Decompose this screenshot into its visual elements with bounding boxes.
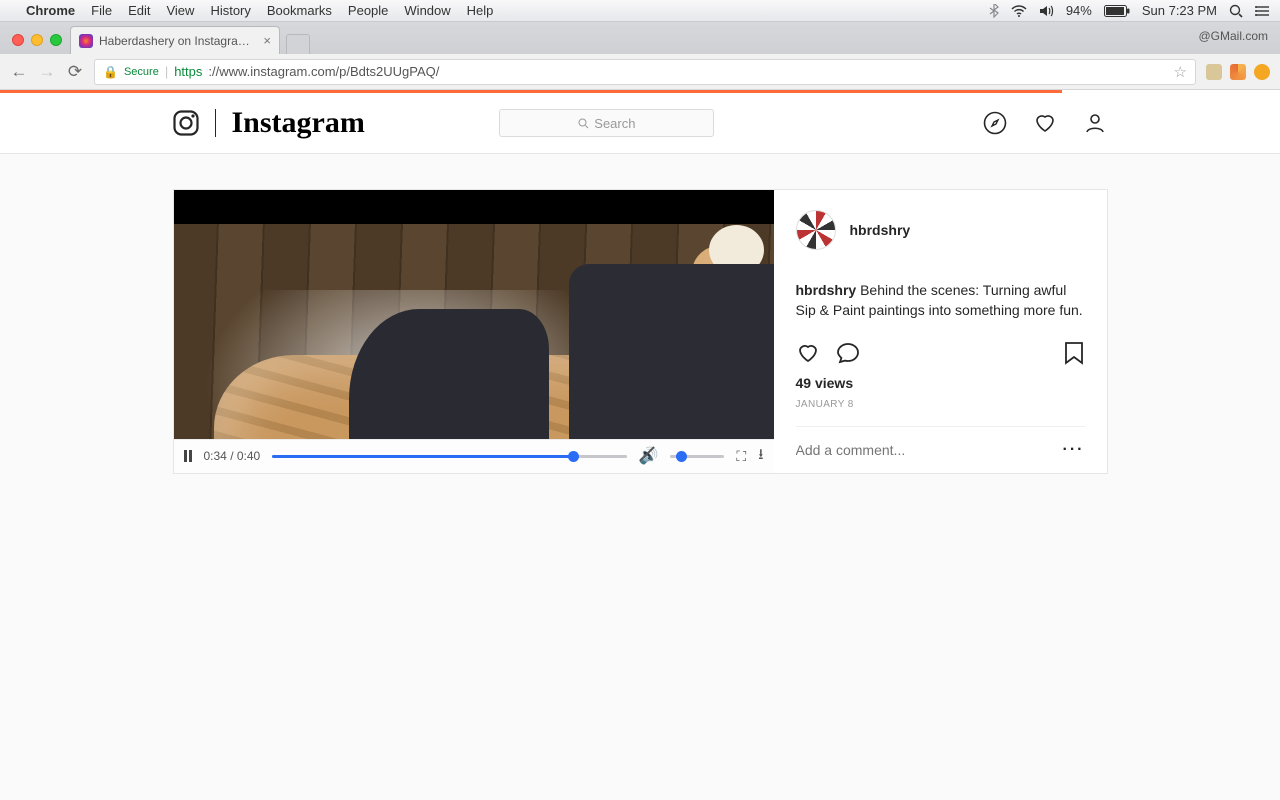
tab-favicon-icon xyxy=(79,34,93,48)
like-heart-icon[interactable] xyxy=(796,341,820,365)
post-card: 0:34 / 0:40 🔊 ⛶ ⭳ hbrdshry hbrdshry Behi… xyxy=(173,189,1108,474)
window-controls xyxy=(12,34,62,46)
video-controls: 0:34 / 0:40 🔊 ⛶ ⭳ xyxy=(174,439,774,473)
extension-icon[interactable] xyxy=(1230,64,1246,80)
lock-icon: 🔒 xyxy=(103,65,118,79)
menu-view[interactable]: View xyxy=(166,3,194,18)
video-time: 0:34 / 0:40 xyxy=(204,449,261,463)
menu-help[interactable]: Help xyxy=(467,3,494,18)
search-icon xyxy=(578,118,589,129)
menu-history[interactable]: History xyxy=(210,3,250,18)
post-actions xyxy=(796,335,1085,371)
battery-percent: 94% xyxy=(1066,3,1092,18)
url-protocol: https xyxy=(174,64,202,79)
bluetooth-icon[interactable] xyxy=(989,4,999,18)
menu-people[interactable]: People xyxy=(348,3,388,18)
author-username[interactable]: hbrdshry xyxy=(850,222,911,238)
profile-label[interactable]: @GMail.com xyxy=(1198,29,1268,43)
extension-icon[interactable] xyxy=(1206,64,1222,80)
extension-icon[interactable] xyxy=(1254,64,1270,80)
menu-bookmarks[interactable]: Bookmarks xyxy=(267,3,332,18)
views-count[interactable]: 49 views xyxy=(796,371,1085,391)
volume-icon[interactable] xyxy=(1039,5,1054,17)
wifi-icon[interactable] xyxy=(1011,5,1027,17)
window-zoom-button[interactable] xyxy=(50,34,62,46)
video-frame[interactable] xyxy=(174,190,774,439)
page-body: 0:34 / 0:40 🔊 ⛶ ⭳ hbrdshry hbrdshry Behi… xyxy=(0,154,1280,800)
menubar-clock[interactable]: Sun 7:23 PM xyxy=(1142,3,1217,18)
instagram-logo[interactable]: Instagram xyxy=(173,106,365,140)
extensions-row xyxy=(1206,64,1270,80)
activity-heart-icon[interactable] xyxy=(1033,111,1057,135)
pause-button[interactable] xyxy=(184,450,192,462)
caption-username[interactable]: hbrdshry xyxy=(796,282,857,298)
explore-icon[interactable] xyxy=(983,111,1007,135)
bookmark-star-icon[interactable]: ☆ xyxy=(1174,63,1187,81)
download-icon[interactable]: ⭳ xyxy=(758,444,763,469)
author-avatar[interactable] xyxy=(796,210,836,250)
post-panel: hbrdshry hbrdshry Behind the scenes: Tur… xyxy=(774,190,1107,473)
menu-file[interactable]: File xyxy=(91,3,112,18)
post-media: 0:34 / 0:40 🔊 ⛶ ⭳ xyxy=(174,190,774,473)
browser-tabstrip: Haberdashery on Instagram: " × @GMail.co… xyxy=(0,22,1280,54)
menu-edit[interactable]: Edit xyxy=(128,3,150,18)
url-path: ://www.instagram.com/p/Bdts2UUgPAQ/ xyxy=(208,64,439,79)
profile-icon[interactable] xyxy=(1083,111,1107,135)
mute-icon[interactable]: 🔊 xyxy=(639,446,659,466)
battery-icon[interactable] xyxy=(1104,5,1130,17)
instagram-glyph-icon xyxy=(173,110,199,136)
back-button[interactable]: ← xyxy=(10,62,28,82)
comment-row: ··· xyxy=(796,426,1085,459)
menu-app-name[interactable]: Chrome xyxy=(26,3,75,18)
menu-window[interactable]: Window xyxy=(404,3,450,18)
spotlight-icon[interactable] xyxy=(1229,4,1243,18)
tab-close-icon[interactable]: × xyxy=(263,33,271,48)
macos-menubar: Chrome File Edit View History Bookmarks … xyxy=(0,0,1280,22)
instagram-wordmark: Instagram xyxy=(232,106,365,140)
volume-bar[interactable] xyxy=(670,455,724,458)
comment-input[interactable] xyxy=(796,442,1063,458)
save-bookmark-icon[interactable] xyxy=(1063,341,1085,365)
instagram-topnav: Instagram Search xyxy=(0,93,1280,154)
new-tab-button[interactable] xyxy=(286,34,310,54)
notification-center-icon[interactable] xyxy=(1255,5,1270,17)
window-minimize-button[interactable] xyxy=(31,34,43,46)
comment-bubble-icon[interactable] xyxy=(836,341,860,365)
address-bar[interactable]: 🔒 Secure | https://www.instagram.com/p/B… xyxy=(94,59,1196,85)
post-date: JANUARY 8 xyxy=(796,391,1085,426)
fullscreen-icon[interactable]: ⛶ xyxy=(736,448,746,465)
reload-button[interactable]: ⟳ xyxy=(66,62,84,82)
search-input[interactable]: Search xyxy=(499,109,714,137)
search-placeholder: Search xyxy=(594,116,635,131)
post-caption: hbrdshry Behind the scenes: Turning awfu… xyxy=(796,266,1085,335)
browser-tab[interactable]: Haberdashery on Instagram: " × xyxy=(70,26,280,54)
seek-bar[interactable] xyxy=(272,455,626,458)
more-options-icon[interactable]: ··· xyxy=(1063,441,1085,459)
secure-label: Secure xyxy=(124,66,159,78)
forward-button: → xyxy=(38,62,56,82)
tab-title: Haberdashery on Instagram: " xyxy=(99,34,257,48)
window-close-button[interactable] xyxy=(12,34,24,46)
browser-toolbar: ← → ⟳ 🔒 Secure | https://www.instagram.c… xyxy=(0,54,1280,90)
post-header: hbrdshry xyxy=(796,210,1085,266)
